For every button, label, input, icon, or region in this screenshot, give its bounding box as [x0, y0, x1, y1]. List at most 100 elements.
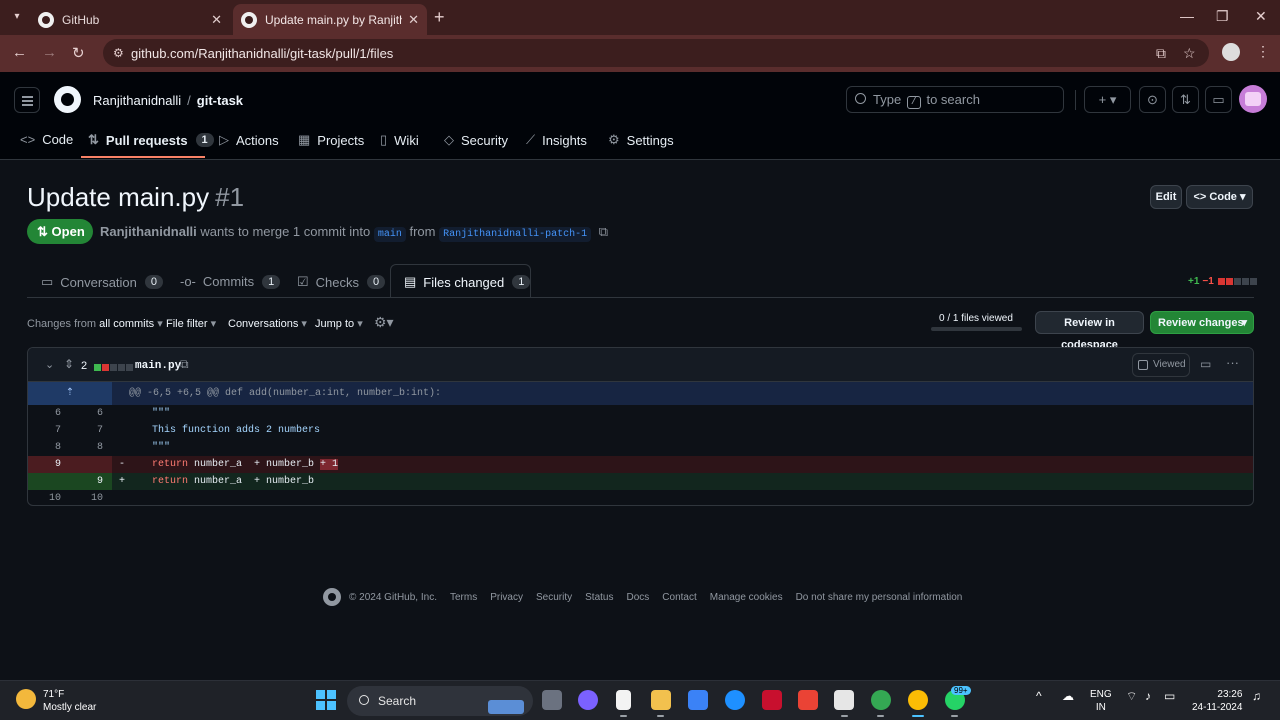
- weather-moon-icon[interactable]: [16, 689, 36, 709]
- browser-profile-avatar[interactable]: [1222, 43, 1240, 61]
- head-branch[interactable]: Ranjithanidnalli-patch-1: [439, 227, 592, 242]
- author-link[interactable]: Ranjithanidnalli: [100, 224, 197, 239]
- tab-code[interactable]: <> Code: [20, 132, 73, 147]
- file-name[interactable]: main.py: [135, 360, 181, 372]
- mcafee-icon[interactable]: [762, 690, 782, 710]
- back-arrow-icon[interactable]: ←: [12, 44, 27, 61]
- maximize-icon[interactable]: ❐: [1216, 8, 1229, 25]
- site-info-icon[interactable]: ⚙: [113, 46, 124, 60]
- tab-commits[interactable]: -o- Commits 1: [180, 274, 281, 289]
- battery-icon[interactable]: ▭: [1164, 689, 1175, 703]
- snipping-tool-icon[interactable]: [834, 690, 854, 710]
- footer-link-terms[interactable]: Terms: [450, 592, 477, 603]
- wifi-icon[interactable]: ⌔: [1126, 689, 1137, 704]
- tab-security[interactable]: ◇ Security: [444, 132, 508, 148]
- collapse-chevron-icon[interactable]: ⌄: [45, 358, 54, 371]
- changes-from-dropdown[interactable]: Changes from all commits ▾: [27, 317, 163, 330]
- search-input[interactable]: Type / to search: [846, 86, 1064, 113]
- volume-icon[interactable]: ♪: [1145, 689, 1151, 703]
- copy-path-icon[interactable]: ⧉: [180, 357, 189, 372]
- footer-link-manage-cookies[interactable]: Manage cookies: [710, 592, 783, 603]
- close-window-icon[interactable]: ✕: [1255, 8, 1267, 25]
- copy-icon[interactable]: ⧉: [599, 224, 608, 239]
- old-line-number[interactable]: 9: [35, 459, 61, 470]
- weather-widget[interactable]: 71°F Mostly clear: [43, 688, 96, 714]
- repo-link[interactable]: git-task: [197, 93, 243, 108]
- chrome-icon[interactable]: [871, 690, 891, 710]
- notifications-button[interactable]: ▭: [1205, 86, 1232, 113]
- show-hidden-icons-chevron-icon[interactable]: ^: [1036, 689, 1042, 703]
- review-changes-button[interactable]: Review changes ▾: [1150, 311, 1254, 334]
- new-tab-button[interactable]: +: [434, 8, 445, 26]
- new-line-number[interactable]: 6: [77, 408, 103, 419]
- new-line-number[interactable]: 10: [77, 493, 103, 504]
- new-line-number[interactable]: 7: [77, 425, 103, 436]
- footer-link-status[interactable]: Status: [585, 592, 613, 603]
- pull-requests-button[interactable]: ⇅: [1172, 86, 1199, 113]
- viewed-checkbox[interactable]: Viewed: [1132, 353, 1190, 377]
- old-line-number[interactable]: 8: [35, 442, 61, 453]
- create-new-button[interactable]: + ▾: [1084, 86, 1131, 113]
- owner-link[interactable]: Ranjithanidnalli: [93, 93, 181, 108]
- footer-link-privacy[interactable]: Privacy: [490, 592, 523, 603]
- more-options-icon[interactable]: ···: [1226, 355, 1239, 370]
- conversations-dropdown[interactable]: Conversations ▾: [228, 317, 307, 330]
- task-view-icon[interactable]: [542, 690, 562, 710]
- edge-icon[interactable]: [725, 690, 745, 710]
- onedrive-cloud-icon[interactable]: ☁: [1062, 689, 1074, 703]
- file-filter-dropdown[interactable]: File filter ▾: [166, 317, 216, 330]
- tab-pull-requests[interactable]: ⇅ Pull requests 1: [88, 132, 214, 148]
- forward-arrow-icon[interactable]: →: [42, 44, 57, 61]
- tab-search-button[interactable]: ▾: [8, 8, 26, 26]
- expand-all-icon[interactable]: ⇕: [64, 357, 74, 371]
- new-line-number[interactable]: 8: [77, 442, 103, 453]
- tab-checks[interactable]: ☑ Checks 0: [297, 274, 386, 290]
- minimize-icon[interactable]: —: [1180, 8, 1194, 24]
- code-button[interactable]: <> Code ▾: [1186, 185, 1253, 209]
- edit-button[interactable]: Edit: [1150, 185, 1182, 209]
- browser-tab-pr[interactable]: Update main.py by Ranjithanidnalli ✕: [233, 4, 427, 35]
- windows-start-icon[interactable]: [316, 690, 336, 710]
- comment-icon[interactable]: ▭: [1200, 357, 1211, 371]
- new-line-number[interactable]: 9: [77, 476, 103, 487]
- old-line-number[interactable]: 10: [35, 493, 61, 504]
- base-branch[interactable]: main: [373, 227, 406, 242]
- tab-insights[interactable]: ⟋ Insights: [526, 132, 587, 148]
- hamburger-menu-icon[interactable]: [14, 87, 40, 113]
- bookmark-star-icon[interactable]: ☆: [1183, 45, 1196, 62]
- reload-icon[interactable]: ↻: [72, 44, 85, 62]
- address-bar[interactable]: ⚙ github.com/Ranjithanidnalli/git-task/p…: [103, 39, 1209, 67]
- footer-link-do-not-share[interactable]: Do not share my personal information: [796, 592, 963, 603]
- issues-button[interactable]: ⊙: [1139, 86, 1166, 113]
- tab-conversation[interactable]: ▭ Conversation 0: [41, 274, 164, 290]
- footer-link-security[interactable]: Security: [536, 592, 572, 603]
- tab-actions[interactable]: ▷ Actions: [219, 132, 279, 148]
- footer-link-docs[interactable]: Docs: [626, 592, 649, 603]
- gmail-icon[interactable]: [798, 690, 818, 710]
- close-tab-icon[interactable]: ✕: [211, 12, 222, 28]
- tab-projects[interactable]: ▦ Projects: [298, 132, 364, 148]
- file-explorer-icon[interactable]: [651, 690, 671, 710]
- browser-tab-github[interactable]: GitHub ✕: [30, 4, 230, 35]
- footer-link-contact[interactable]: Contact: [662, 592, 696, 603]
- chrome-active-icon[interactable]: [908, 690, 928, 710]
- diff-settings-gear-icon[interactable]: ⚙▾: [374, 314, 394, 331]
- old-line-number[interactable]: 6: [35, 408, 61, 419]
- browser-menu-icon[interactable]: ⋮: [1256, 43, 1270, 60]
- github-logo-icon[interactable]: [54, 86, 81, 113]
- user-avatar[interactable]: [1239, 85, 1267, 113]
- expand-up-icon[interactable]: ⇡: [28, 382, 112, 405]
- notepad-icon[interactable]: [616, 690, 631, 710]
- close-tab-icon[interactable]: ✕: [408, 12, 419, 28]
- notification-bell-icon[interactable]: ♫: [1252, 689, 1261, 703]
- install-app-icon[interactable]: ⧉: [1156, 45, 1166, 62]
- tab-files-changed[interactable]: ▤ Files changed 1: [404, 274, 531, 290]
- tab-settings[interactable]: ⚙ Settings: [608, 132, 674, 148]
- store-icon[interactable]: [688, 690, 708, 710]
- github-logo-icon[interactable]: [323, 588, 341, 606]
- tab-wiki[interactable]: ▯ Wiki: [380, 132, 419, 148]
- review-in-codespace-button[interactable]: Review in codespace: [1035, 311, 1144, 351]
- system-clock[interactable]: 23:26 24-11-2024: [1192, 688, 1242, 714]
- jump-to-dropdown[interactable]: Jump to ▾: [315, 317, 363, 330]
- copilot-icon[interactable]: [578, 690, 598, 710]
